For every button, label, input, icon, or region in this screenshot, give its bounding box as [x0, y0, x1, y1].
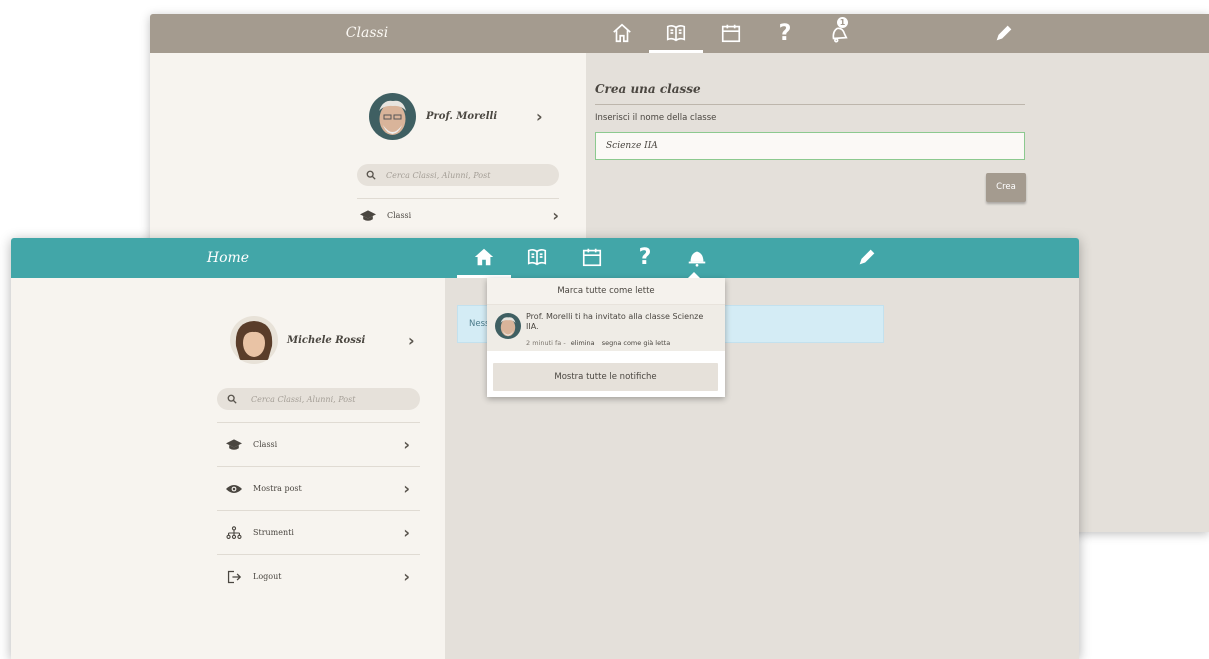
create-button[interactable]: Crea [986, 173, 1026, 202]
chevron-right-icon: › [403, 567, 410, 586]
notification-message: Prof. Morelli ti ha invitato alla classe… [526, 312, 704, 331]
sidebar-item-label: Classi [253, 440, 278, 449]
pencil-icon[interactable] [991, 20, 1017, 46]
chevron-right-icon: › [408, 330, 415, 350]
search-input[interactable]: Cerca Classi, Alunni, Post [357, 164, 559, 186]
notification-meta: 2 minuti fa - elimina segna come già let… [526, 339, 670, 347]
calendar-icon[interactable] [718, 20, 744, 46]
chevron-right-icon: › [403, 435, 410, 454]
sidebar-item-logout[interactable]: Logout › [217, 554, 420, 598]
hierarchy-icon [223, 525, 245, 540]
logout-icon [223, 570, 245, 584]
class-name-label: Inserisci il nome della classe [595, 113, 717, 123]
top-bar: Home ? [11, 238, 1079, 278]
mark-as-read-link[interactable]: segna come già letta [602, 339, 671, 347]
sidebar-item-label: Strumenti [253, 528, 294, 537]
chevron-right-icon: › [403, 523, 410, 542]
notifications-dropdown: Marca tutte come lette Prof. Morelli ti … [487, 272, 725, 397]
notifications-icon[interactable] [684, 244, 710, 270]
pencil-icon[interactable] [854, 244, 880, 270]
book-icon[interactable] [663, 20, 689, 46]
chevron-right-icon: › [403, 479, 410, 498]
search-placeholder: Cerca Classi, Alunni, Post [251, 394, 356, 404]
sidebar-item-label: Logout [253, 572, 282, 581]
profile-name: Michele Rossi [287, 334, 366, 346]
page-title: Home [206, 250, 250, 266]
home-icon[interactable] [609, 20, 635, 46]
help-icon[interactable]: ? [632, 244, 658, 270]
profile-name: Prof. Morelli [426, 111, 498, 122]
form-title: Crea una classe [595, 82, 701, 96]
divider [595, 104, 1025, 105]
home-icon[interactable] [471, 244, 497, 270]
sidebar-item-strumenti[interactable]: Strumenti › [217, 510, 420, 554]
graduation-cap-icon [223, 438, 245, 451]
show-all-notifications-button[interactable]: Mostra tutte le notifiche [493, 363, 718, 391]
chevron-right-icon: › [536, 107, 543, 126]
delete-link[interactable]: elimina [571, 339, 595, 347]
chevron-right-icon: › [552, 206, 559, 225]
calendar-icon[interactable] [579, 244, 605, 270]
search-input[interactable]: Cerca Classi, Alunni, Post [217, 388, 420, 410]
page-title: Classi [345, 25, 389, 41]
help-icon[interactable]: ? [772, 20, 798, 46]
class-name-input[interactable]: Scienze IIA [595, 132, 1025, 160]
search-placeholder: Cerca Classi, Alunni, Post [386, 170, 491, 180]
avatar [495, 313, 521, 339]
profile-row[interactable]: Michele Rossi › [230, 316, 415, 364]
sidebar-item-label: Classi [387, 211, 412, 220]
mark-all-read-button[interactable]: Marca tutte come lette [487, 278, 725, 305]
sidebar: Michele Rossi › Cerca Classi, Alunni, Po… [11, 278, 445, 659]
sidebar-item-mostra-post[interactable]: Mostra post › [217, 466, 420, 510]
avatar [230, 316, 278, 364]
avatar [369, 93, 416, 140]
sidebar-item-label: Mostra post [253, 484, 302, 493]
search-icon [227, 394, 237, 404]
sidebar-item-classi[interactable]: Classi › [357, 198, 559, 232]
active-tab-indicator [649, 50, 703, 53]
home-window: Home ? Michele Rossi › Cerca Classi, Alu… [11, 238, 1079, 659]
eye-icon [223, 484, 245, 494]
profile-row[interactable]: Prof. Morelli › [369, 93, 543, 140]
notification-time: 2 minuti fa - [526, 339, 566, 347]
search-icon [366, 170, 376, 180]
sidebar-item-classi[interactable]: Classi › [217, 422, 420, 466]
top-bar: Classi ? 1 [150, 14, 1209, 53]
graduation-cap-icon [357, 209, 379, 222]
book-icon[interactable] [524, 244, 550, 270]
notification-item[interactable]: Prof. Morelli ti ha invitato alla classe… [487, 305, 725, 351]
notification-count-badge: 1 [837, 17, 848, 28]
